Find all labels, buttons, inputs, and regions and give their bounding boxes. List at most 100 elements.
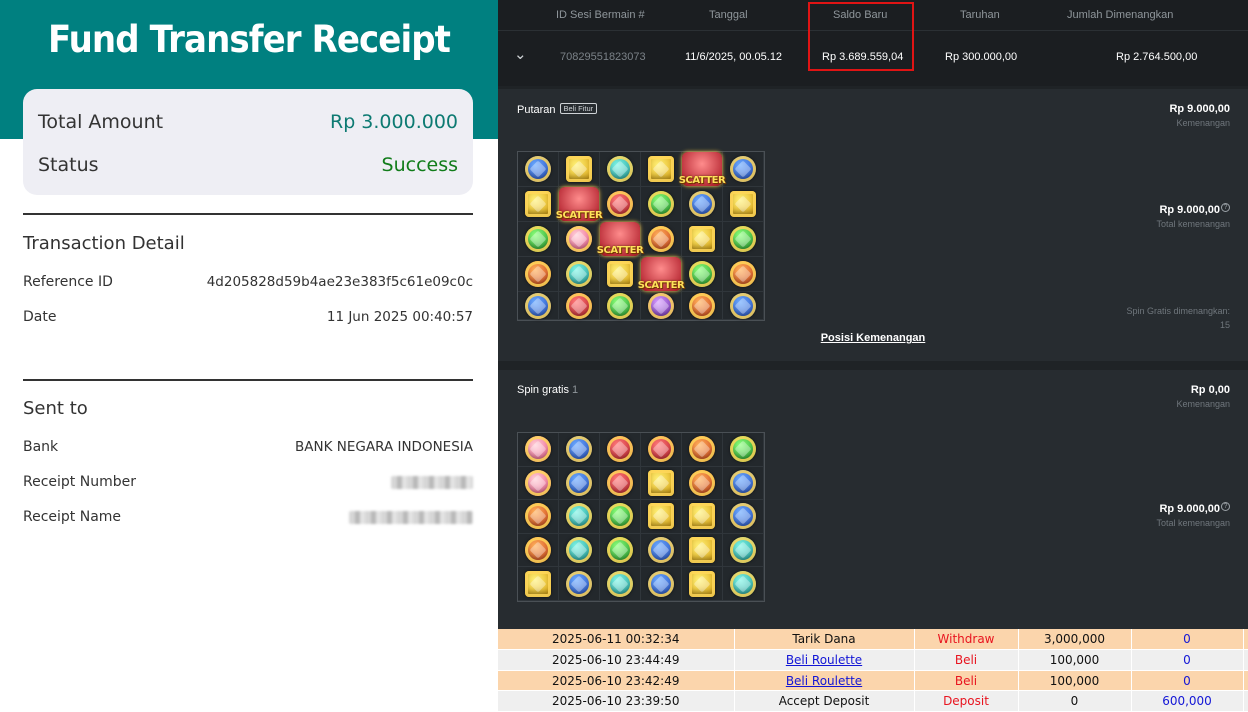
- tx-type: Deposit: [914, 690, 1019, 712]
- help-icon[interactable]: ?: [1221, 502, 1230, 511]
- yellow-gem-icon: [525, 191, 551, 217]
- reel-cell: [723, 222, 764, 257]
- help-icon[interactable]: ?: [1221, 203, 1230, 212]
- reel-cell: [723, 257, 764, 292]
- bank-label: Bank: [23, 439, 59, 455]
- reel-cell: [600, 152, 641, 187]
- spin-panel: Putaran Beli Fitur Rp 9.000,00 Kemenangan…: [498, 89, 1248, 361]
- reel-cell: [723, 152, 764, 187]
- tx-description-link: Beli Roulette: [734, 649, 915, 671]
- green-gem-icon: [525, 226, 551, 252]
- date-row: Date 11 Jun 2025 00:40:57: [23, 307, 473, 327]
- blue-gem-icon: [648, 537, 674, 564]
- tx-credit: 0: [1131, 670, 1244, 692]
- buy-feature-badge: Beli Fitur: [559, 103, 598, 114]
- reel-cell: [518, 152, 559, 187]
- blue-gem-icon: [566, 436, 592, 463]
- teal-gem-icon: [730, 570, 756, 597]
- beli-roulette-link[interactable]: Beli Roulette: [786, 653, 862, 667]
- green-gem-icon: [648, 191, 674, 217]
- orange-gem-icon: [730, 261, 756, 287]
- teal-gem-icon: [566, 537, 592, 564]
- teal-gem-icon: [730, 537, 756, 564]
- blue-gem-icon: [525, 292, 551, 319]
- tx-description-link: Beli Roulette: [734, 670, 915, 692]
- pink-gem-icon: [525, 469, 551, 496]
- reel-cell: [723, 500, 764, 534]
- reel-cell: [518, 187, 559, 222]
- purple-gem-icon: [648, 292, 674, 319]
- reel-cell: [723, 533, 764, 568]
- tx-type: Beli: [914, 649, 1019, 671]
- spin-total-label: Total kemenangan: [1156, 219, 1230, 229]
- table-row: 2025-06-10 23:44:49 Beli Roulette Beli 1…: [498, 649, 1248, 671]
- tx-datetime: 2025-06-10 23:42:49: [498, 670, 735, 692]
- bank-value: BANK NEGARA INDONESIA: [295, 439, 473, 455]
- pink-gem-icon: [566, 226, 592, 252]
- table-row: 2025-06-10 23:39:50 Accept Deposit Depos…: [498, 690, 1248, 712]
- divider: [23, 213, 473, 215]
- reel-cell: [518, 222, 559, 257]
- reel-grid: SCATTER SCATTER SCATTER SCATTER: [517, 151, 765, 321]
- reel-cell: SCATTER: [555, 187, 603, 222]
- chevron-down-icon[interactable]: ⌄: [514, 45, 527, 63]
- redacted-value: [349, 510, 473, 524]
- winning-position-link[interactable]: Posisi Kemenangan: [498, 332, 1248, 344]
- teal-gem-icon: [607, 570, 633, 597]
- receipt-number-label: Receipt Number: [23, 474, 136, 490]
- reel-cell: [600, 500, 641, 534]
- reel-cell: [518, 567, 559, 601]
- tx-datetime: 2025-06-10 23:39:50: [498, 690, 735, 712]
- scatter-symbol-icon: SCATTER: [679, 152, 726, 186]
- free-spin-title: Spin gratis: [517, 384, 569, 396]
- column-header-session-id: ID Sesi Bermain #: [556, 9, 645, 21]
- teal-gem-icon: [566, 503, 592, 530]
- column-header-date: Tanggal: [709, 9, 748, 21]
- orange-gem-icon: [525, 503, 551, 530]
- receipt-panel: Fund Transfer Receipt Total Amount Rp 3.…: [0, 0, 498, 712]
- reel-cell: [559, 567, 600, 601]
- session-bet: Rp 300.000,00: [945, 51, 1018, 63]
- reel-cell: [600, 533, 641, 568]
- free-spin-panel: Spin gratis 1 Rp 0,00 Kemenangan Rp 9.000…: [498, 370, 1248, 629]
- tx-credit: 0: [1131, 649, 1244, 671]
- table-row: 2025-06-11 00:32:34 Tarik Dana Withdraw …: [498, 629, 1248, 651]
- reel-cell: [518, 292, 559, 320]
- free-spin-total-amount-value: Rp 9.000,00: [1159, 503, 1220, 515]
- blue-gem-icon: [566, 570, 592, 597]
- orange-gem-icon: [525, 537, 551, 564]
- green-gem-icon: [607, 503, 633, 530]
- green-gem-icon: [689, 261, 715, 287]
- date-value: 11 Jun 2025 00:40:57: [326, 309, 473, 325]
- total-amount-row: Total Amount Rp 3.000.000: [38, 107, 458, 137]
- scatter-symbol-icon: SCATTER: [555, 187, 603, 221]
- reel-grid: [517, 432, 765, 602]
- reel-cell: [723, 466, 764, 501]
- reference-id-row: Reference ID 4d205828d59b4ae23e383f5c61e…: [23, 272, 473, 292]
- reel-cell: [682, 292, 723, 320]
- blue-gem-icon: [566, 469, 592, 496]
- status-label: Status: [38, 154, 99, 176]
- bank-row: Bank BANK NEGARA INDONESIA: [23, 437, 473, 457]
- spin-panel-title: Putaran Beli Fitur: [517, 103, 598, 116]
- tx-amount: 100,000: [1018, 649, 1132, 671]
- blue-gem-icon: [525, 156, 551, 182]
- beli-roulette-link[interactable]: Beli Roulette: [786, 674, 862, 688]
- reel-cell: [600, 466, 641, 501]
- receipt-name-label: Receipt Name: [23, 509, 122, 525]
- column-header-bet: Taruhan: [960, 9, 1000, 21]
- tx-datetime: 2025-06-10 23:44:49: [498, 649, 735, 671]
- tx-description: Tarik Dana: [734, 629, 915, 651]
- reel-cell: [518, 500, 559, 534]
- yellow-gem-icon: [648, 503, 674, 530]
- scatter-label: SCATTER: [555, 210, 603, 221]
- reel-cell: [518, 433, 559, 467]
- tx-extra-cell: [1243, 649, 1248, 671]
- blue-gem-icon: [730, 292, 756, 319]
- reel-cell: SCATTER: [597, 222, 644, 257]
- session-win-amount: Rp 2.764.500,00: [1116, 51, 1198, 63]
- highlight-box: [808, 2, 914, 71]
- yellow-gem-icon: [730, 191, 756, 217]
- orange-gem-icon: [648, 226, 674, 252]
- session-id: 70829551823073: [560, 51, 646, 63]
